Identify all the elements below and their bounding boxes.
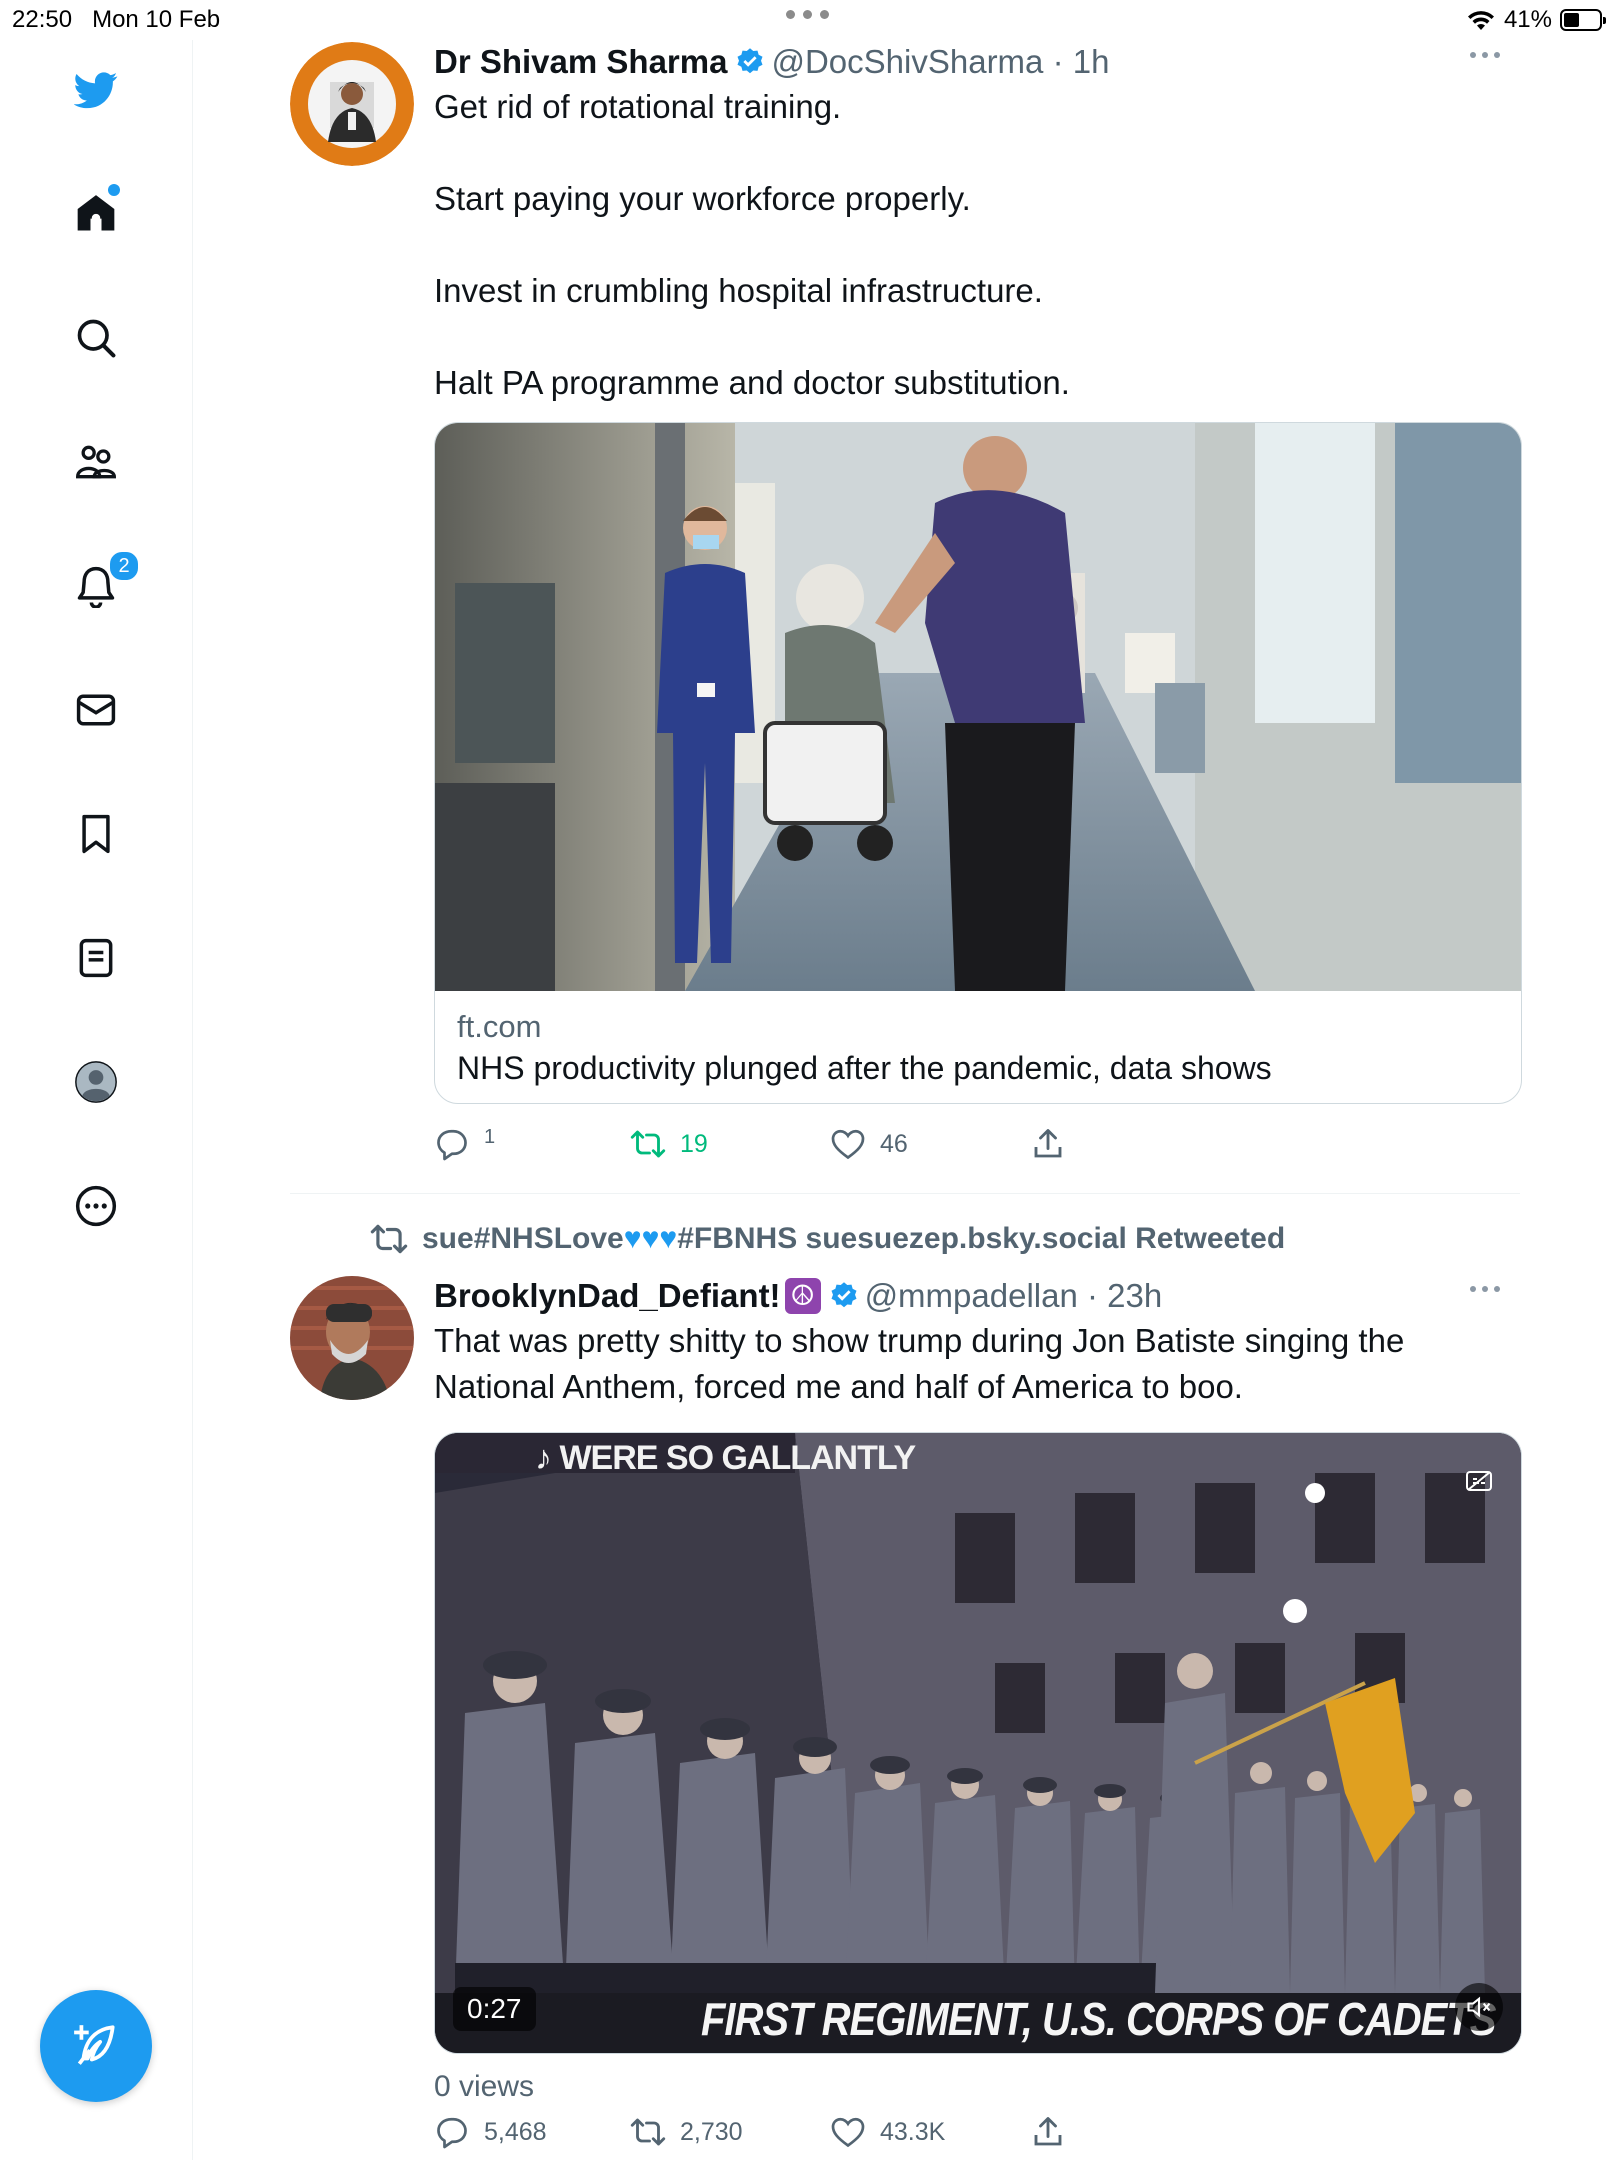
- verified-badge-icon: [737, 48, 763, 74]
- heart-icon: [831, 1129, 865, 1160]
- share-button[interactable]: [1030, 1126, 1066, 1162]
- retweet-icon: [370, 1224, 408, 1254]
- envelope-icon: [76, 694, 116, 726]
- tweet-actions: 1 19 46: [434, 1126, 1154, 1170]
- handle[interactable]: @mmpadellan: [865, 1276, 1078, 1316]
- messages-nav[interactable]: [60, 674, 132, 746]
- battery-icon: [1560, 9, 1606, 31]
- retweet-icon: [630, 1130, 666, 1158]
- status-time: 22:50 Mon 10 Feb: [12, 6, 220, 34]
- captions-icon[interactable]: [1459, 1461, 1499, 1501]
- profile-avatar-icon: [75, 1061, 117, 1103]
- avatar[interactable]: [290, 42, 414, 166]
- more-options-icon[interactable]: [1470, 1286, 1500, 1292]
- bookmark-icon: [82, 814, 110, 854]
- tweet-actions: 5,468 2,730 43.3K: [434, 2114, 1154, 2158]
- reply-button[interactable]: 1: [434, 1126, 495, 1162]
- home-icon: [77, 195, 115, 231]
- retweet-icon: [630, 2118, 666, 2146]
- multitasking-dots[interactable]: [786, 10, 829, 19]
- share-icon: [1034, 2117, 1062, 2146]
- lists-nav[interactable]: [60, 922, 132, 994]
- status-indicators: 41%: [1466, 6, 1606, 34]
- reply-count: 5,468: [484, 2117, 547, 2146]
- communities-nav[interactable]: [60, 426, 132, 498]
- retweet-button[interactable]: 19: [630, 1126, 708, 1162]
- link-card[interactable]: ft.com NHS productivity plunged after th…: [434, 422, 1522, 1104]
- timestamp[interactable]: 23h: [1107, 1276, 1162, 1316]
- handle[interactable]: @DocShivSharma: [771, 42, 1043, 82]
- more-circle-icon: [75, 1185, 117, 1227]
- more-nav[interactable]: [60, 1170, 132, 1242]
- video-frame: [435, 1433, 1521, 2053]
- reply-count: 1: [484, 1125, 496, 1148]
- compose-tweet-button[interactable]: [40, 1990, 152, 2102]
- peace-sign-icon: ☮: [784, 1278, 821, 1314]
- card-image: [435, 423, 1521, 991]
- video-caption-bottom: FIRST REGIMENT, U.S. CORPS OF CADETS: [701, 1994, 1496, 2046]
- feather-plus-icon: [74, 2025, 115, 2065]
- tweet-header: Dr Shivam Sharma @DocShivSharma · 1h: [434, 42, 1520, 82]
- video-caption-top: ♪ WERE SO GALLANTLY: [535, 1439, 916, 1477]
- tweet[interactable]: Dr Shivam Sharma @DocShivSharma · 1h Get…: [290, 42, 1522, 1182]
- tweet-divider: [290, 1193, 1520, 1194]
- reply-icon: [437, 1129, 467, 1161]
- reply-icon: [437, 2117, 467, 2149]
- notification-badge: 2: [108, 550, 140, 582]
- tweet-header: BrooklynDad_Defiant! ☮ @mmpadellan · 23h: [434, 1276, 1520, 1316]
- card-title: NHS productivity plunged after the pande…: [457, 1050, 1272, 1086]
- notifications-nav[interactable]: 2: [60, 550, 140, 622]
- blue-heart-emoji: ♥♥♥: [623, 1222, 678, 1255]
- sidebar: 2: [0, 40, 193, 2160]
- more-options-icon[interactable]: [1470, 52, 1500, 58]
- separator: ·: [1043, 43, 1073, 80]
- wifi-icon: [1467, 11, 1494, 30]
- retweet-count: 19: [680, 1129, 708, 1158]
- share-icon: [1034, 1129, 1062, 1158]
- date: Mon 10 Feb: [92, 6, 221, 33]
- like-count: 46: [880, 1129, 908, 1158]
- separator: ·: [1077, 1277, 1108, 1314]
- avatar[interactable]: [290, 1276, 414, 1400]
- heart-icon: [831, 2117, 865, 2148]
- display-name[interactable]: BrooklynDad_Defiant!: [434, 1276, 781, 1316]
- verified-badge-icon: [831, 1282, 857, 1308]
- retweeted-by[interactable]: sue#NHSLove♥♥♥#FBNHS suesuezep.bsky.soci…: [370, 1220, 1285, 1258]
- like-button[interactable]: 43.3K: [830, 2114, 945, 2150]
- share-button[interactable]: [1030, 2114, 1066, 2150]
- retweet-button[interactable]: 2,730: [630, 2114, 743, 2150]
- new-content-dot: [108, 184, 120, 196]
- video-player[interactable]: ♪ WERE SO GALLANTLY FIRST REGIMENT, U.S.…: [434, 1432, 1522, 2054]
- video-duration: 0:27: [453, 1987, 536, 2031]
- mute-icon[interactable]: [1455, 1983, 1503, 2031]
- communities-icon: [76, 445, 116, 479]
- retweeter-name: sue#NHSLove: [422, 1222, 624, 1255]
- retweeted-label: #FBNHS suesuezep.bsky.social Retweeted: [677, 1222, 1286, 1255]
- reply-button[interactable]: 5,468: [434, 2114, 547, 2150]
- profile-nav[interactable]: [60, 1046, 132, 1118]
- explore-nav[interactable]: [60, 302, 132, 374]
- display-name[interactable]: Dr Shivam Sharma: [434, 42, 727, 82]
- tweet-text: That was pretty shitty to show trump dur…: [434, 1322, 1414, 1405]
- search-icon: [77, 319, 116, 358]
- battery-percent: 41%: [1503, 6, 1552, 33]
- clock: 22:50: [12, 6, 73, 33]
- bookmarks-nav[interactable]: [60, 798, 132, 870]
- tweet-text: Get rid of rotational training. Start pa…: [434, 88, 1070, 401]
- status-bar: 22:50 Mon 10 Feb 41%: [0, 0, 1620, 40]
- view-count: 0 views: [434, 2070, 535, 2103]
- card-domain: ft.com: [457, 1009, 542, 1044]
- twitter-logo-icon[interactable]: [60, 54, 132, 126]
- like-count: 43.3K: [880, 2117, 946, 2146]
- like-button[interactable]: 46: [830, 1126, 908, 1162]
- timestamp[interactable]: 1h: [1073, 42, 1110, 82]
- tweet[interactable]: BrooklynDad_Defiant! ☮ @mmpadellan · 23h…: [290, 1276, 1522, 2160]
- home-nav[interactable]: [60, 178, 132, 250]
- retweet-count: 2,730: [680, 2117, 743, 2146]
- list-icon: [79, 938, 113, 978]
